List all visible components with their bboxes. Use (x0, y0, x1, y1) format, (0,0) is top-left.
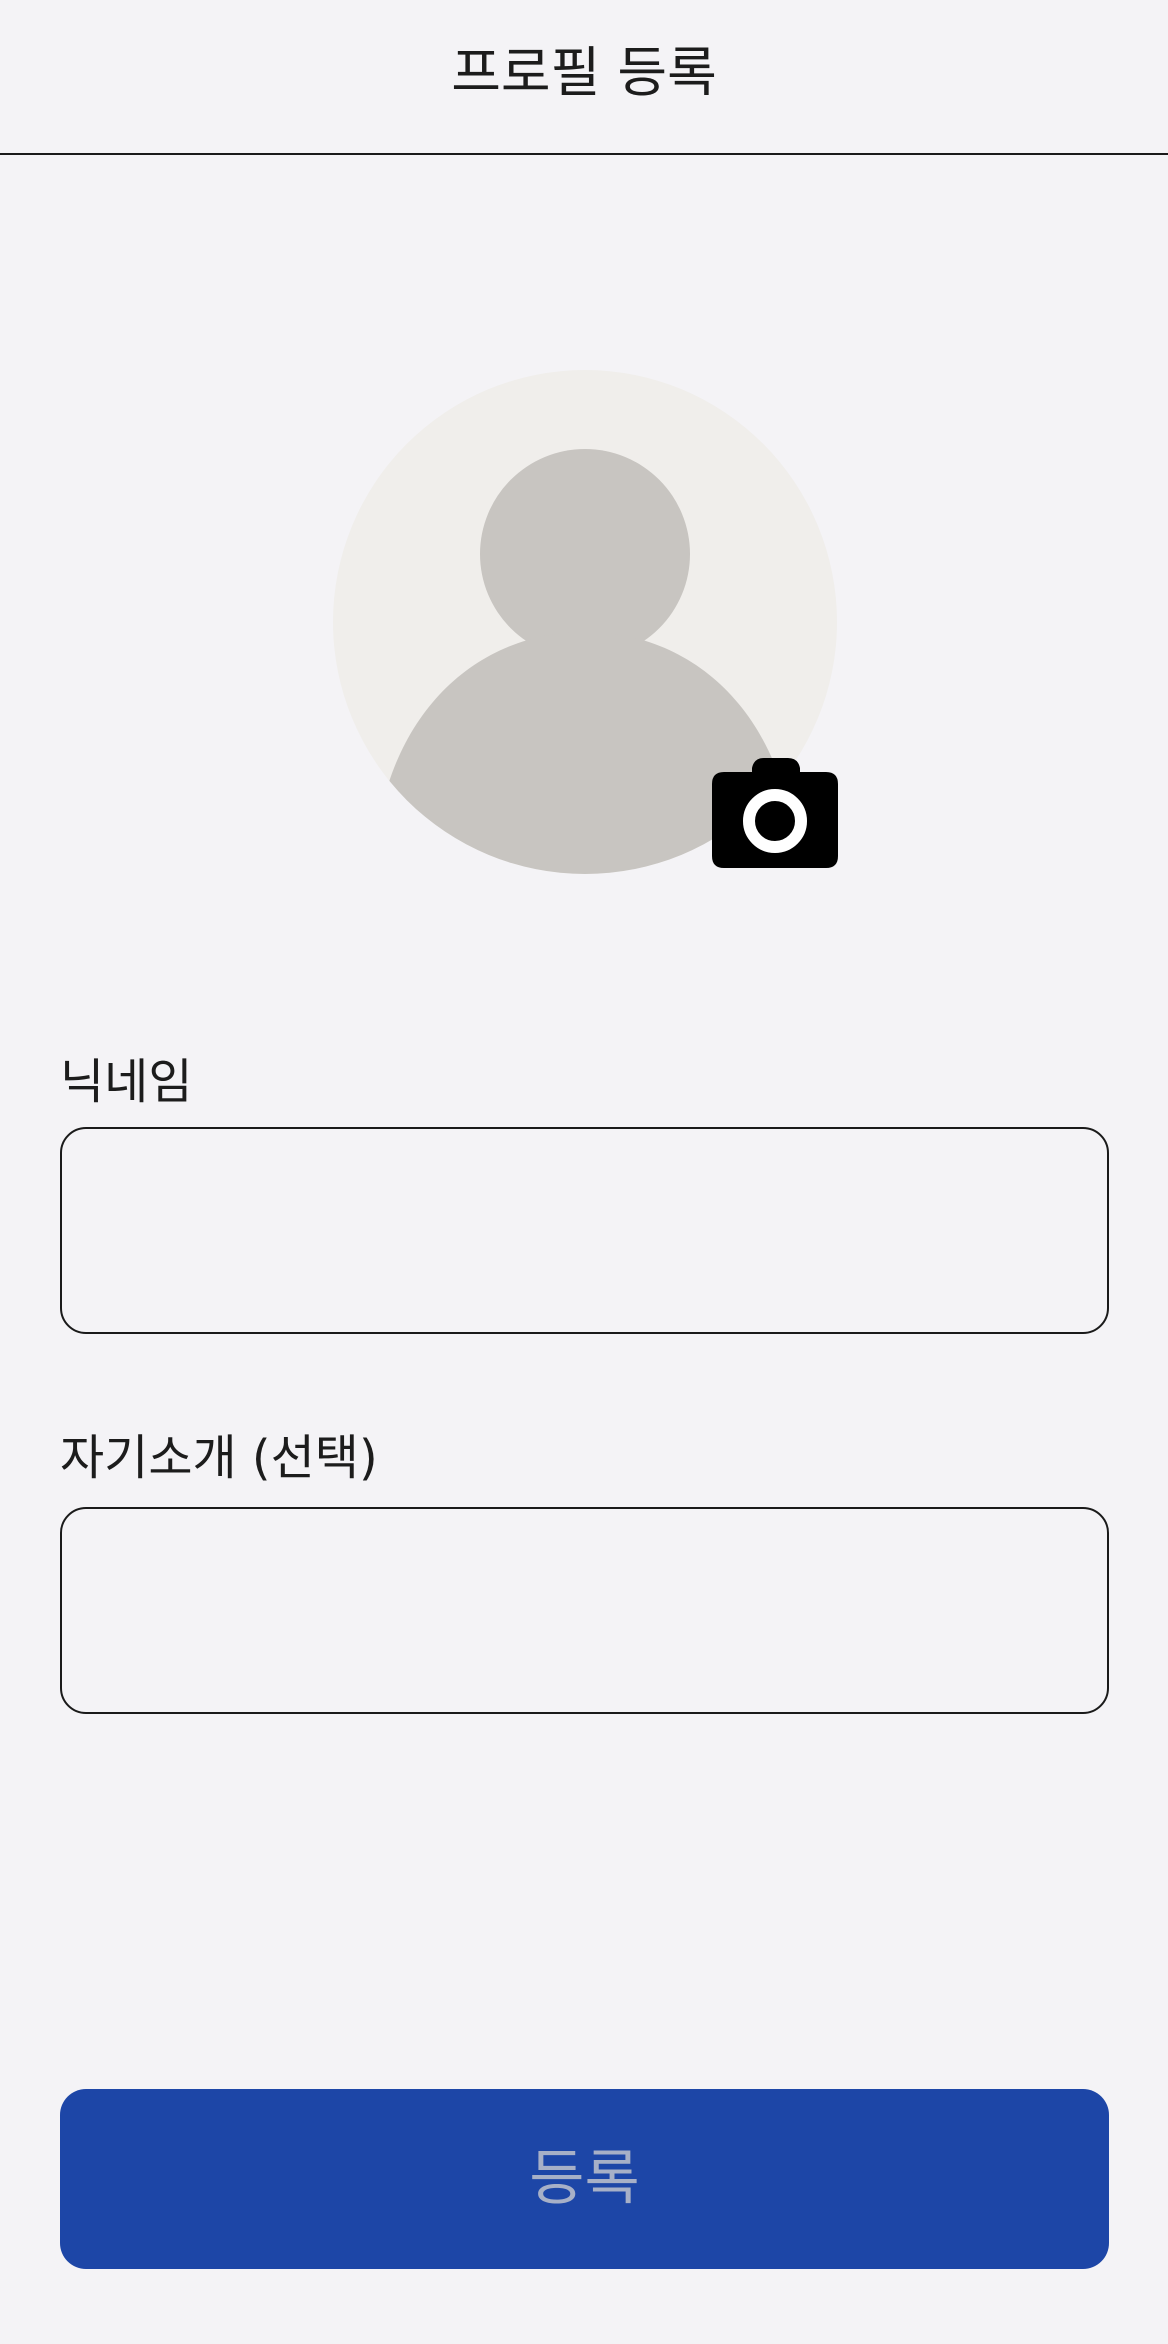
camera-icon (712, 758, 838, 868)
register-button[interactable]: 등록 (60, 2089, 1109, 2269)
nickname-input[interactable] (60, 1127, 1109, 1334)
app-header: 프로필 등록 (0, 0, 1168, 155)
avatar-head-shape (480, 449, 690, 659)
nickname-label: 닉네임 (60, 1054, 193, 1110)
page-title: 프로필 등록 (451, 41, 717, 104)
bio-input[interactable] (60, 1507, 1109, 1714)
bio-label: 자기소개 (선택) (60, 1430, 378, 1486)
change-photo-button[interactable] (710, 756, 840, 870)
